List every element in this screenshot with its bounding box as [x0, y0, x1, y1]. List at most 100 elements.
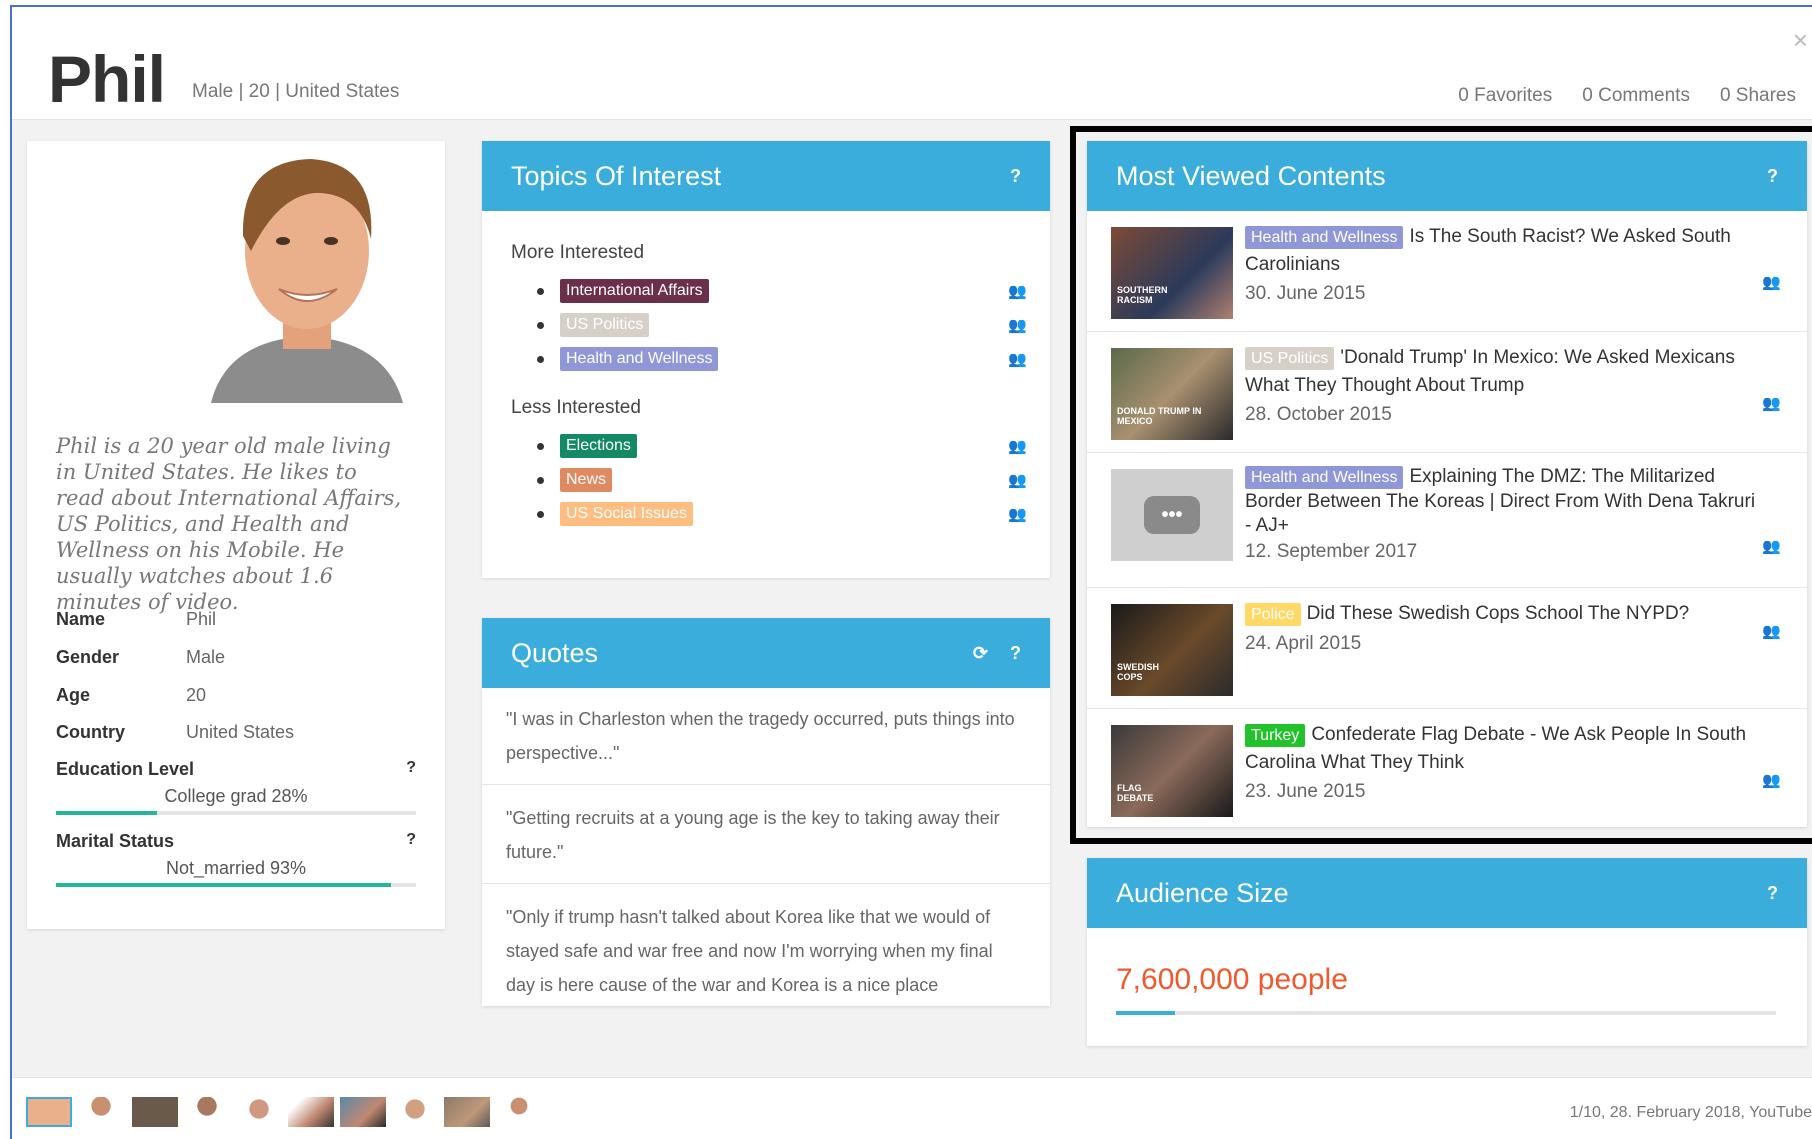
video-thumbnail[interactable]: •••	[1111, 469, 1233, 561]
topic-tag[interactable]: US Social Issues	[560, 502, 693, 526]
quote-item: "Only if trump hasn't talked about Korea…	[506, 907, 993, 995]
attr-country: Country United States	[56, 722, 295, 742]
audience-header: Audience Size ?	[1087, 858, 1807, 928]
video-thumbnail[interactable]: DONALD TRUMP IN MEXICO	[1111, 348, 1233, 440]
people-icon[interactable]: 👥	[1008, 471, 1027, 489]
attr-name: Name Phil	[56, 609, 217, 629]
content-item[interactable]: FLAG DEBATE Turkey Confederate Flag Debat…	[1087, 709, 1807, 827]
profile-card: Phil is a 20 year old male living in Uni…	[27, 141, 445, 929]
audience-card: Audience Size ? 7,600,000 people	[1087, 858, 1807, 1046]
topic-item: News 👥	[537, 466, 1027, 494]
people-icon[interactable]: 👥	[1762, 771, 1781, 789]
people-icon[interactable]: 👥	[1762, 394, 1781, 412]
marital-status: Marital Status ? Not_married 93%	[56, 831, 416, 887]
less-interested-label: Less Interested	[511, 397, 641, 418]
persona-thumb[interactable]	[288, 1097, 334, 1127]
topic-tag[interactable]: International Affairs	[560, 279, 709, 303]
quotes-header: Quotes ⟳ ?	[482, 618, 1050, 688]
content-title[interactable]: Did These Swedish Cops School The NYPD?	[1307, 603, 1690, 624]
placeholder-more-icon: •••	[1144, 496, 1200, 534]
quotes-title: Quotes	[511, 637, 599, 668]
attr-gender: Gender Male	[56, 647, 226, 667]
video-thumbnail[interactable]: SWEDISH COPS	[1111, 604, 1233, 696]
content-tag[interactable]: Police	[1245, 603, 1301, 626]
more-interested-label: More Interested	[511, 242, 645, 263]
profile-header: Phil Male | 20 | United States 0 Favorit…	[12, 7, 1812, 120]
topic-tag[interactable]: News	[560, 468, 613, 492]
marital-bar-fill	[56, 883, 391, 887]
topic-item: US Social Issues 👥	[537, 500, 1027, 528]
audience-title: Audience Size	[1116, 877, 1289, 908]
education-level: Education Level ? College grad 28%	[56, 759, 416, 815]
topics-card: Topics Of Interest ? More Interested Int…	[482, 141, 1050, 578]
topics-header: Topics Of Interest ?	[482, 141, 1050, 211]
education-help-icon[interactable]: ?	[406, 759, 416, 777]
persona-thumb[interactable]	[340, 1097, 386, 1127]
people-icon[interactable]: 👥	[1762, 622, 1781, 640]
education-value: College grad 28%	[164, 786, 308, 806]
topic-tag[interactable]: US Politics	[560, 313, 650, 337]
content-tag[interactable]: Turkey	[1245, 724, 1306, 747]
content-tag[interactable]: Health and Wellness	[1245, 466, 1404, 489]
content-date: 28. October 2015	[1245, 404, 1392, 425]
most-viewed-help-icon[interactable]: ?	[1767, 166, 1778, 187]
audience-help-icon[interactable]: ?	[1767, 883, 1778, 904]
topic-item: Health and Wellness 👥	[537, 345, 1027, 373]
persona-subinfo: Male | 20 | United States	[192, 81, 400, 102]
topic-tag[interactable]: Elections	[560, 434, 637, 458]
topic-item: Elections 👥	[537, 432, 1027, 460]
most-viewed-title: Most Viewed Contents	[1116, 160, 1386, 191]
refresh-icon[interactable]: ⟳	[973, 643, 988, 664]
quote-item: "Getting recruits at a young age is the …	[482, 785, 1050, 884]
people-icon[interactable]: 👥	[1008, 316, 1027, 334]
persona-thumb[interactable]	[392, 1097, 438, 1127]
people-icon[interactable]: 👥	[1008, 437, 1027, 455]
people-icon[interactable]: 👥	[1008, 350, 1027, 368]
persona-thumb[interactable]	[78, 1097, 124, 1127]
people-icon[interactable]: 👥	[1008, 282, 1027, 300]
favorites-count[interactable]: 0 Favorites	[1458, 85, 1552, 107]
content-title[interactable]: Confederate Flag Debate - We Ask People …	[1245, 724, 1746, 773]
content-item[interactable]: ••• Health and Wellness Explaining The DM…	[1087, 453, 1807, 588]
content-date: 12. September 2017	[1245, 541, 1418, 562]
video-thumbnail[interactable]: FLAG DEBATE	[1111, 725, 1233, 817]
persona-thumb[interactable]	[184, 1097, 230, 1127]
content-tag[interactable]: US Politics	[1245, 347, 1335, 370]
persona-thumb[interactable]	[444, 1097, 490, 1127]
people-icon[interactable]: 👥	[1008, 505, 1027, 523]
content-date: 24. April 2015	[1245, 633, 1362, 654]
persona-thumb[interactable]	[236, 1097, 282, 1127]
content-item[interactable]: SWEDISH COPS Police Did These Swedish Cop…	[1087, 588, 1807, 709]
audience-value: 7,600,000 people	[1116, 963, 1348, 996]
avatar	[171, 141, 441, 403]
topic-item: US Politics 👥	[537, 311, 1027, 339]
close-icon[interactable]: ×	[1793, 25, 1808, 56]
persona-name: Phil	[48, 42, 166, 116]
marital-value: Not_married 93%	[165, 858, 307, 878]
topics-help-icon[interactable]: ?	[1010, 166, 1021, 187]
marital-help-icon[interactable]: ?	[406, 831, 416, 849]
content-item[interactable]: SOUTHERN RACISM Health and Wellness Is Th…	[1087, 211, 1807, 332]
shares-count[interactable]: 0 Shares	[1720, 85, 1796, 107]
video-thumbnail[interactable]: SOUTHERN RACISM	[1111, 227, 1233, 319]
content-date: 23. June 2015	[1245, 781, 1366, 802]
people-icon[interactable]: 👥	[1762, 537, 1781, 555]
persona-thumb[interactable]	[26, 1097, 72, 1127]
audience-bar-fill	[1116, 1011, 1176, 1015]
quotes-help-icon[interactable]: ?	[1010, 643, 1021, 664]
content-item[interactable]: DONALD TRUMP IN MEXICO US Politics 'Donal…	[1087, 332, 1807, 453]
persona-thumb[interactable]	[132, 1097, 178, 1127]
people-icon[interactable]: 👥	[1762, 273, 1781, 291]
topic-item: International Affairs 👥	[537, 277, 1027, 305]
most-viewed-card: Most Viewed Contents ? SOUTHERN RACISM H…	[1087, 141, 1807, 827]
content-date: 30. June 2015	[1245, 283, 1366, 304]
attr-age: Age 20	[56, 685, 207, 705]
content-tag[interactable]: Health and Wellness	[1245, 226, 1404, 249]
persona-thumb[interactable]	[496, 1097, 542, 1127]
persona-carousel: 1/10, 28. February 2018, YouTube	[12, 1077, 1812, 1139]
education-bar-fill	[56, 811, 157, 815]
comments-count[interactable]: 0 Comments	[1582, 85, 1690, 107]
quotes-card: Quotes ⟳ ? "I was in Charleston when the…	[482, 618, 1050, 1006]
persona-bio: Phil is a 20 year old male living in Uni…	[56, 434, 402, 614]
topic-tag[interactable]: Health and Wellness	[560, 347, 719, 371]
